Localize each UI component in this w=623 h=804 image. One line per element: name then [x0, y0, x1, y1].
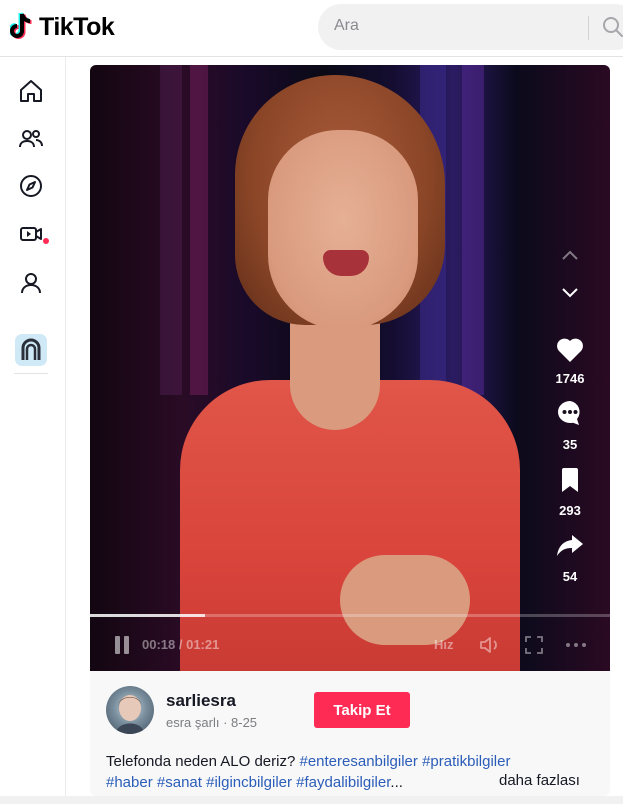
share-count: 54 [562, 569, 578, 584]
hashtag-link[interactable]: #pratikbilgiler [422, 753, 510, 770]
chevron-up-icon[interactable] [558, 243, 582, 267]
video-time: 00:18 / 01:21 [142, 637, 220, 652]
hashtag-link[interactable]: #enteresanbilgiler [299, 753, 417, 770]
save-count: 293 [559, 503, 581, 518]
video-camera-icon [18, 221, 44, 252]
video-frame-neck [290, 320, 380, 430]
sidebar-item-home[interactable] [14, 76, 48, 110]
search-bar[interactable] [318, 4, 623, 50]
fullscreen-icon[interactable] [522, 633, 546, 657]
user-icon [18, 270, 44, 301]
avatar[interactable] [106, 686, 154, 734]
sidebar-item-explore[interactable] [14, 171, 48, 205]
page-bottom-bar [0, 796, 623, 804]
hashtag-link[interactable]: #sanat [157, 774, 202, 791]
follow-button[interactable]: Takip Et [314, 692, 410, 728]
app-title: TikTok [39, 12, 115, 41]
search-input[interactable] [334, 17, 574, 35]
hashtag-link[interactable]: #faydalibilgiler [296, 774, 390, 791]
background-curtain [462, 65, 484, 395]
sidebar-divider [14, 373, 48, 374]
hashtag-link[interactable]: #haber [106, 774, 153, 791]
background-curtain [160, 65, 182, 395]
more-options-icon[interactable] [564, 633, 588, 657]
video-frame-face [268, 130, 418, 330]
like-count: 1746 [555, 371, 585, 386]
video-player[interactable]: 1746 35 293 54 00:18 / 01:21 Hız [90, 65, 610, 671]
hashtag-link[interactable]: #ilgincbilgiler [206, 774, 292, 791]
video-frame-hands [340, 555, 470, 645]
post-info: sarliesra esra şarlı · 8-25 Takip Et Tel… [90, 671, 610, 796]
chevron-down-icon[interactable] [558, 281, 582, 305]
comment-count: 35 [562, 437, 578, 452]
sidebar [0, 57, 66, 804]
tiktok-logo-icon [8, 11, 36, 43]
sidebar-item-following[interactable] [14, 124, 48, 158]
show-more-link[interactable]: daha fazlası [499, 772, 580, 789]
pause-icon[interactable] [110, 633, 134, 657]
description-ellipsis: ... [390, 774, 403, 791]
speed-button[interactable]: Hız [434, 637, 454, 652]
heart-icon[interactable] [554, 335, 586, 365]
share-icon[interactable] [554, 530, 586, 560]
volume-icon[interactable] [478, 633, 502, 657]
sidebar-item-live[interactable] [14, 219, 48, 253]
background-curtain [190, 65, 208, 395]
compass-icon [18, 173, 44, 204]
app-icon [15, 333, 47, 371]
users-icon [18, 126, 44, 157]
tiktok-logo[interactable]: TikTok [8, 11, 115, 43]
home-icon [18, 78, 44, 109]
video-progress-fill [90, 614, 206, 617]
search-divider [588, 16, 589, 40]
top-header: TikTok [0, 0, 623, 57]
video-progress-bar[interactable] [90, 614, 610, 617]
bookmark-icon[interactable] [554, 465, 586, 495]
comment-icon[interactable] [554, 398, 586, 428]
sidebar-item-profile[interactable] [14, 268, 48, 302]
search-icon[interactable] [602, 16, 623, 43]
author-username[interactable]: sarliesra [166, 691, 236, 711]
description-text: Telefonda neden ALO deriz? [106, 753, 296, 770]
sidebar-item-more[interactable] [14, 333, 48, 371]
author-nickname-date: esra şarlı · 8-25 [166, 715, 258, 730]
